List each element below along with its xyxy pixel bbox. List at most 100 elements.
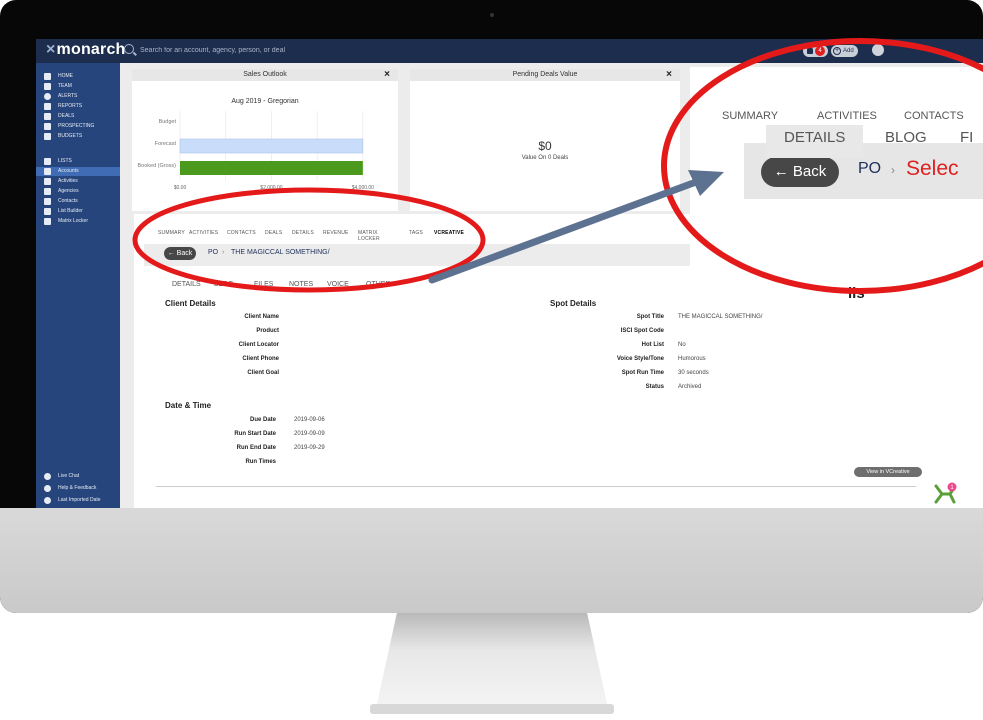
monitor-stand-base bbox=[370, 704, 614, 714]
tab-summary[interactable]: SUMMARY bbox=[158, 230, 185, 236]
client-details-title: Client Details bbox=[165, 299, 216, 308]
alert-icon bbox=[44, 93, 51, 100]
list-icon bbox=[44, 158, 51, 165]
sidebar-lists-header: LISTS bbox=[36, 157, 120, 166]
sidebar-item-matrix-locker[interactable]: Matrix Locker bbox=[36, 217, 120, 226]
zoom-callout: SUMMARY ACTIVITIES CONTACTS ← Back PO › … bbox=[690, 67, 983, 305]
sidebar-item-label: TEAM bbox=[58, 83, 72, 89]
chart-tick-label: $0.00 bbox=[174, 185, 187, 191]
spot-run-time-value: 30 seconds bbox=[678, 370, 709, 376]
run-start-date-label: Run Start Date bbox=[234, 431, 276, 437]
tab-vcreative[interactable]: VCREATIVE bbox=[434, 230, 464, 236]
view-in-vcreative-button[interactable]: View in VCreative bbox=[854, 467, 922, 477]
chart-tick-label: $4,000.00 bbox=[352, 185, 374, 191]
zoom-breadcrumb-title: Selec bbox=[906, 157, 959, 180]
chart-tick-label: $2,000.00 bbox=[260, 185, 282, 191]
sales-outlook-chart: Aug 2019 - Gregorian Budget Forecast Booke… bbox=[137, 98, 374, 191]
alerts-button[interactable]: 4 bbox=[803, 45, 828, 57]
tab-matrix-locker[interactable]: MATRIX LOCKER bbox=[358, 230, 380, 242]
zoom-tab-summary[interactable]: SUMMARY bbox=[722, 110, 778, 122]
zoom-tab-activities[interactable]: ACTIVITIES bbox=[817, 110, 877, 122]
sidebar-item-label: Activities bbox=[58, 178, 78, 184]
chart-title: Aug 2019 - Gregorian bbox=[231, 98, 298, 105]
due-date-value: 2019-09-06 bbox=[294, 417, 325, 423]
spot-title-label: Spot Title bbox=[636, 314, 664, 320]
zoom-subtab-files[interactable]: FI bbox=[960, 129, 973, 146]
tab-activities[interactable]: ACTIVITIES bbox=[189, 230, 218, 236]
sidebar-item-home[interactable]: HOME bbox=[36, 72, 120, 81]
sidebar-item-deals[interactable]: DEALS bbox=[36, 112, 120, 121]
info-icon bbox=[44, 497, 51, 504]
reports-icon bbox=[44, 103, 51, 110]
chart-category-label: Forecast bbox=[155, 141, 177, 147]
client-phone-label: Client Phone bbox=[242, 356, 279, 362]
voice-style-value: Humorous bbox=[678, 356, 706, 362]
sidebar-item-accounts[interactable]: Accounts bbox=[36, 167, 120, 176]
sidebar-item-label: Contacts bbox=[58, 198, 78, 204]
breadcrumb-separator: › bbox=[222, 249, 225, 256]
sidebar-item-help[interactable]: Help & Feedback bbox=[36, 484, 120, 493]
sales-outlook-panel: Sales Outlook × Aug 2019 - Gregorian Bud… bbox=[132, 69, 398, 211]
breadcrumb-title: THE MAGICCAL SOMETHING/ bbox=[231, 249, 330, 256]
back-button[interactable]: ← Back bbox=[164, 247, 196, 260]
sidebar-item-list-builder[interactable]: List Builder bbox=[36, 207, 120, 216]
sidebar-item-label: List Builder bbox=[58, 208, 83, 214]
sidebar-item-contacts[interactable]: Contacts bbox=[36, 197, 120, 206]
subtab-blog[interactable]: BLOG bbox=[214, 281, 233, 288]
sidebar-item-budgets[interactable]: BUDGETS bbox=[36, 132, 120, 141]
dollar-icon bbox=[44, 113, 51, 120]
plus-icon: + bbox=[833, 47, 841, 55]
spot-title-value: THE MAGICCAL SOMETHING/ bbox=[678, 314, 763, 320]
logo[interactable]: ×monarch bbox=[46, 41, 126, 59]
tab-deals[interactable]: DEALS bbox=[265, 230, 282, 236]
pending-deals-header: Pending Deals Value × bbox=[410, 69, 680, 81]
chat-widget-icon[interactable]: 1 bbox=[932, 482, 958, 506]
sidebar-item-prospecting[interactable]: PROSPECTING bbox=[36, 122, 120, 131]
top-bar: ×monarch 4 + Add bbox=[36, 39, 983, 63]
sidebar-item-agencies[interactable]: Agencies bbox=[36, 187, 120, 196]
add-button[interactable]: + Add bbox=[831, 45, 858, 57]
chart-bar bbox=[179, 138, 364, 154]
date-time-title: Date & Time bbox=[165, 401, 212, 410]
subtab-notes[interactable]: NOTES bbox=[289, 281, 313, 288]
close-icon[interactable]: × bbox=[384, 69, 390, 81]
breadcrumb-po[interactable]: PO bbox=[208, 249, 218, 256]
sidebar-item-live-chat[interactable]: Live Chat bbox=[36, 472, 120, 481]
sidebar-item-reports[interactable]: REPORTS bbox=[36, 102, 120, 111]
hot-list-value: No bbox=[678, 342, 686, 348]
subtab-voice[interactable]: VOICE bbox=[327, 281, 349, 288]
sidebar-item-team[interactable]: TEAM bbox=[36, 82, 120, 91]
zoom-breadcrumb-po[interactable]: PO bbox=[858, 160, 881, 178]
subtab-other[interactable]: OTHER bbox=[366, 281, 391, 288]
zoom-tab-contacts[interactable]: CONTACTS bbox=[904, 110, 964, 122]
close-icon[interactable]: × bbox=[666, 69, 672, 81]
zoom-subtab-details[interactable]: DETAILS bbox=[766, 125, 864, 158]
monitor-chin bbox=[0, 508, 983, 613]
tab-tags[interactable]: TAGS bbox=[409, 230, 423, 236]
sidebar: HOME TEAM ALERTS REPORTS DEALS PROSPECTI… bbox=[36, 63, 120, 508]
sidebar-item-activities[interactable]: Activities bbox=[36, 177, 120, 186]
due-date-label: Due Date bbox=[249, 417, 276, 423]
subtab-files[interactable]: FILES bbox=[254, 281, 273, 288]
sidebar-item-last-imported[interactable]: Last Imported Date bbox=[36, 496, 120, 505]
sidebar-item-label: Help & Feedback bbox=[58, 485, 97, 491]
sidebar-item-alerts[interactable]: ALERTS bbox=[36, 92, 120, 101]
tab-revenue[interactable]: REVENUE bbox=[323, 230, 349, 236]
divider bbox=[156, 486, 916, 487]
avatar[interactable] bbox=[872, 44, 884, 56]
run-end-date-value: 2019-09-29 bbox=[294, 445, 325, 451]
subtab-details[interactable]: DETAILS bbox=[172, 281, 201, 288]
logo-text: monarch bbox=[56, 41, 126, 58]
zoom-back-button[interactable]: ← Back bbox=[761, 157, 839, 187]
zoom-section-title-fragment: ils bbox=[848, 285, 865, 302]
isci-spot-code-label: ISCI Spot Code bbox=[620, 328, 664, 334]
sidebar-item-label: REPORTS bbox=[58, 103, 83, 109]
logo-mark: × bbox=[46, 41, 56, 58]
run-end-date-label: Run End Date bbox=[236, 445, 276, 451]
chart-bar bbox=[180, 161, 363, 175]
sidebar-item-label: Matrix Locker bbox=[58, 218, 89, 224]
tab-details[interactable]: DETAILS bbox=[292, 230, 314, 236]
tab-contacts[interactable]: CONTACTS bbox=[227, 230, 256, 236]
zoom-subtab-blog[interactable]: BLOG bbox=[885, 129, 927, 146]
search-input[interactable] bbox=[140, 43, 440, 58]
